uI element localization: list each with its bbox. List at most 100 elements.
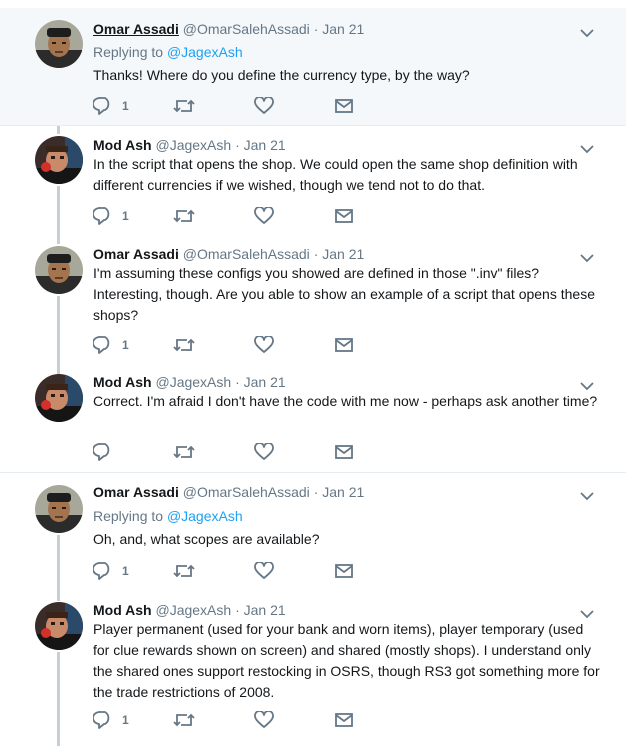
- omar-avatar-image: [35, 20, 83, 68]
- envelope-icon: [334, 336, 354, 354]
- retweet-button[interactable]: [173, 443, 195, 461]
- tweet-date[interactable]: Jan 21: [244, 602, 286, 618]
- author-name[interactable]: Omar Assadi: [93, 484, 179, 500]
- replying-to-handle[interactable]: @JagexAsh: [167, 508, 243, 524]
- tweet-date[interactable]: Jan 21: [322, 246, 364, 262]
- tweet[interactable]: Omar Assadi @OmarSalehAssadi · Jan 21 I'…: [0, 238, 626, 366]
- tweet-date[interactable]: Jan 21: [322, 21, 364, 37]
- author-handle[interactable]: @OmarSalehAssadi: [183, 246, 310, 262]
- reply-button[interactable]: 1: [93, 562, 129, 580]
- reply-button[interactable]: 1: [93, 97, 129, 115]
- replying-to-label: Replying to: [93, 44, 164, 60]
- tweet-actions: 1: [93, 97, 363, 119]
- tweet-header: Omar Assadi @OmarSalehAssadi · Jan 21: [93, 20, 364, 38]
- tweet-header: Mod Ash @JagexAsh · Jan 21: [93, 136, 286, 154]
- ash-avatar-image: [35, 136, 83, 184]
- chevron-down-icon[interactable]: [580, 488, 594, 501]
- author-handle[interactable]: @OmarSalehAssadi: [183, 484, 310, 500]
- retweet-button[interactable]: [173, 207, 195, 225]
- chevron-down-icon[interactable]: [580, 378, 594, 391]
- avatar[interactable]: [35, 20, 83, 68]
- author-name[interactable]: Mod Ash: [93, 602, 152, 618]
- tweet-text: Correct. I'm afraid I don't have the cod…: [93, 393, 598, 409]
- tweet[interactable]: Mod Ash @JagexAsh · Jan 21 Player perman…: [0, 593, 626, 746]
- retweet-button[interactable]: [173, 711, 195, 729]
- avatar[interactable]: [35, 136, 83, 184]
- separator-dot: ·: [235, 137, 240, 153]
- separator-dot: ·: [235, 602, 240, 618]
- reply-icon: [93, 336, 113, 354]
- tweet-header: Omar Assadi @OmarSalehAssadi · Jan 21: [93, 245, 364, 263]
- author-handle[interactable]: @JagexAsh: [155, 602, 231, 618]
- avatar[interactable]: [35, 602, 83, 650]
- replying-to-label: Replying to: [93, 508, 164, 524]
- tweet-date[interactable]: Jan 21: [244, 137, 286, 153]
- reply-button[interactable]: 1: [93, 711, 129, 729]
- like-button[interactable]: [254, 562, 274, 580]
- author-name[interactable]: Omar Assadi: [93, 21, 179, 37]
- author-name[interactable]: Mod Ash: [93, 137, 152, 153]
- avatar[interactable]: [35, 374, 83, 422]
- like-button[interactable]: [254, 336, 274, 354]
- retweet-icon: [173, 336, 195, 354]
- like-button[interactable]: [254, 443, 274, 461]
- chevron-down-icon[interactable]: [580, 250, 594, 263]
- like-button[interactable]: [254, 207, 274, 225]
- tweet-actions: 1: [93, 207, 363, 229]
- separator-dot: ·: [313, 246, 319, 262]
- dm-button[interactable]: [334, 443, 354, 461]
- separator-dot: ·: [313, 484, 319, 500]
- dm-button[interactable]: [334, 207, 354, 225]
- chevron-down-icon[interactable]: [580, 141, 594, 154]
- chevron-down-icon[interactable]: [580, 25, 594, 38]
- tweet[interactable]: Mod Ash @JagexAsh · Jan 21 Correct. I'm …: [0, 366, 626, 473]
- reply-count: 1: [122, 209, 129, 223]
- tweet[interactable]: Mod Ash @JagexAsh · Jan 21 In the script…: [0, 126, 626, 238]
- like-button[interactable]: [254, 711, 274, 729]
- ash-avatar-image: [35, 374, 83, 422]
- dm-button[interactable]: [334, 336, 354, 354]
- tweet-date[interactable]: Jan 21: [322, 484, 364, 500]
- tweet[interactable]: Omar Assadi @OmarSalehAssadi · Jan 21 Re…: [0, 8, 626, 126]
- dm-button[interactable]: [334, 97, 354, 115]
- author-handle[interactable]: @JagexAsh: [155, 374, 231, 390]
- tweet-actions: 1: [93, 562, 363, 584]
- reply-button[interactable]: 1: [93, 207, 129, 225]
- retweet-button[interactable]: [173, 562, 195, 580]
- tweet-header: Omar Assadi @OmarSalehAssadi · Jan 21: [93, 483, 364, 501]
- reply-count: 1: [122, 99, 129, 113]
- retweet-icon: [173, 711, 195, 729]
- reply-count: 1: [122, 564, 129, 578]
- tweet-text: I'm assuming these configs you showed ar…: [93, 265, 595, 323]
- author-handle[interactable]: @OmarSalehAssadi: [183, 21, 310, 37]
- tweet-text: Oh, and, what scopes are available?: [93, 531, 320, 547]
- author-name[interactable]: Mod Ash: [93, 374, 152, 390]
- retweet-button[interactable]: [173, 97, 195, 115]
- reply-button[interactable]: [93, 443, 113, 461]
- reply-icon: [93, 97, 113, 115]
- author-handle[interactable]: @JagexAsh: [155, 137, 231, 153]
- ash-avatar-image: [35, 602, 83, 650]
- reply-icon: [93, 443, 113, 461]
- reply-count: 1: [122, 713, 129, 727]
- dm-button[interactable]: [334, 562, 354, 580]
- heart-icon: [254, 336, 274, 354]
- chevron-down-icon[interactable]: [580, 606, 594, 619]
- tweet[interactable]: Omar Assadi @OmarSalehAssadi · Jan 21 Re…: [0, 473, 626, 593]
- replying-to: Replying to @JagexAsh: [93, 507, 243, 525]
- reply-button[interactable]: 1: [93, 336, 129, 354]
- avatar[interactable]: [35, 485, 83, 533]
- dm-button[interactable]: [334, 711, 354, 729]
- tweet-actions: 1: [93, 711, 363, 733]
- replying-to-handle[interactable]: @JagexAsh: [167, 44, 243, 60]
- like-button[interactable]: [254, 97, 274, 115]
- heart-icon: [254, 711, 274, 729]
- avatar[interactable]: [35, 246, 83, 294]
- author-name[interactable]: Omar Assadi: [93, 246, 179, 262]
- heart-icon: [254, 562, 274, 580]
- tweet-text: Player permanent (used for your bank and…: [93, 621, 600, 700]
- retweet-button[interactable]: [173, 336, 195, 354]
- envelope-icon: [334, 207, 354, 225]
- tweet-date[interactable]: Jan 21: [244, 374, 286, 390]
- reply-count: 1: [122, 338, 129, 352]
